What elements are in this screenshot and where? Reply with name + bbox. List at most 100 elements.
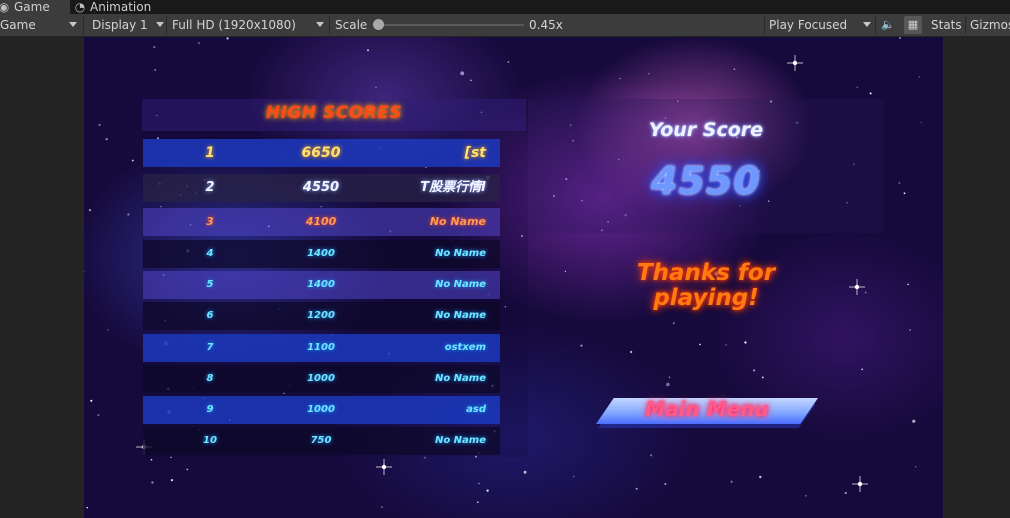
star	[380, 506, 383, 509]
main-menu-label: Main Menu	[645, 397, 769, 421]
highscore-row: 8 1000 No Name	[143, 365, 500, 393]
bright-star	[787, 55, 803, 71]
game-view-toolbar: Game Display 1 Full HD (1920x1080) Scale…	[0, 14, 1010, 37]
star	[153, 46, 156, 49]
star	[170, 479, 173, 482]
stats-button[interactable]: Stats	[931, 14, 962, 36]
tab-game-label: Game	[14, 0, 50, 14]
star	[920, 121, 922, 124]
star	[86, 506, 88, 509]
gizmos-button[interactable]: Gizmos	[970, 14, 1010, 36]
star	[744, 341, 747, 344]
row-score: 1100	[307, 342, 335, 353]
main-menu-button[interactable]: Main Menu	[596, 394, 818, 428]
highscore-row: 2 4550 T股票行情I	[143, 174, 500, 202]
display-dropdown[interactable]: Display 1	[92, 14, 148, 36]
resolution-dropdown[interactable]: Full HD (1920x1080)	[172, 14, 296, 36]
star	[647, 73, 650, 75]
view-mode-chevron-down-icon[interactable]	[69, 22, 77, 27]
row-name: No Name	[434, 310, 486, 321]
highscore-row: 6 1200 No Name	[143, 302, 500, 330]
star	[197, 41, 201, 45]
star	[460, 71, 465, 76]
star	[898, 182, 901, 184]
your-score-value: 4550	[651, 159, 761, 203]
scale-value: 0.45x	[529, 18, 563, 32]
star	[476, 501, 479, 504]
row-rank: 10	[203, 435, 217, 446]
star	[672, 322, 675, 325]
row-score: 4550	[302, 180, 340, 195]
star	[523, 470, 527, 474]
star	[725, 344, 727, 346]
scale-label: Scale	[335, 18, 368, 32]
display-chevron-down-icon[interactable]	[156, 22, 164, 27]
bright-star	[852, 476, 868, 492]
row-name: T股票行情I	[420, 180, 486, 195]
star	[226, 37, 229, 40]
star	[666, 382, 670, 387]
row-score: 1400	[307, 248, 335, 259]
row-name: No Name	[434, 279, 486, 290]
toolbar-divider	[166, 16, 167, 34]
star	[572, 475, 575, 478]
star	[730, 480, 733, 483]
row-score: 1400	[307, 279, 335, 290]
star	[733, 68, 736, 70]
row-score: 4100	[305, 215, 337, 228]
row-rank: 9	[206, 404, 214, 415]
toolbar-divider	[83, 16, 84, 34]
tab-game[interactable]: ◉ Game	[0, 0, 70, 14]
bright-star	[376, 459, 392, 475]
star	[107, 329, 109, 331]
toolbar-divider	[875, 16, 876, 34]
highscore-row: 7 1100 ostxem	[143, 334, 500, 362]
grid-layout-icon[interactable]: ▦	[904, 16, 922, 34]
star	[470, 79, 472, 82]
thanks-line-1: Thanks for	[636, 260, 776, 286]
star	[564, 270, 567, 273]
star	[154, 69, 156, 71]
star	[98, 123, 101, 127]
star	[844, 491, 847, 495]
row-rank: 2	[205, 180, 215, 195]
highscore-row: 9 1000 asd	[143, 396, 500, 424]
tab-animation-label: Animation	[90, 0, 152, 14]
play-mode-dropdown[interactable]: Play Focused	[769, 14, 847, 36]
toolbar-divider	[965, 16, 966, 34]
star	[580, 344, 583, 347]
row-score: 6650	[301, 145, 341, 161]
star	[375, 86, 377, 89]
scale-slider-handle[interactable]	[373, 19, 384, 30]
highscore-row: 1 6650 [st	[143, 139, 500, 167]
star	[907, 283, 910, 286]
row-rank: 4	[206, 248, 214, 259]
star	[151, 481, 154, 484]
tab-animation[interactable]: ◔ Animation	[72, 0, 151, 14]
highscore-row: 5 1400 No Name	[143, 271, 500, 299]
highscore-row: 3 4100 No Name	[143, 208, 500, 236]
row-name: No Name	[434, 435, 486, 446]
star	[856, 86, 859, 89]
star	[478, 482, 480, 485]
star	[186, 468, 189, 471]
toolbar-divider	[329, 16, 330, 34]
bright-star	[849, 279, 865, 295]
your-score-label: Your Score	[648, 119, 764, 141]
star	[903, 192, 906, 195]
highscore-row: 10 750 No Name	[143, 427, 500, 455]
audio-mute-icon[interactable]: 🔈	[879, 16, 897, 34]
editor-tab-bar: ◉ Game ◔ Animation	[0, 0, 1010, 14]
resolution-chevron-down-icon[interactable]	[316, 22, 324, 27]
scale-slider-track[interactable]	[378, 24, 524, 26]
play-mode-chevron-down-icon[interactable]	[863, 22, 871, 27]
view-mode-dropdown[interactable]: Game	[0, 14, 36, 36]
highscore-row: 4 1400 No Name	[143, 240, 500, 268]
star	[861, 368, 864, 371]
star	[131, 159, 134, 162]
row-rank: 3	[206, 215, 214, 228]
star	[699, 343, 701, 346]
star	[90, 399, 93, 402]
row-name: No Name	[429, 215, 486, 228]
star	[664, 482, 667, 486]
